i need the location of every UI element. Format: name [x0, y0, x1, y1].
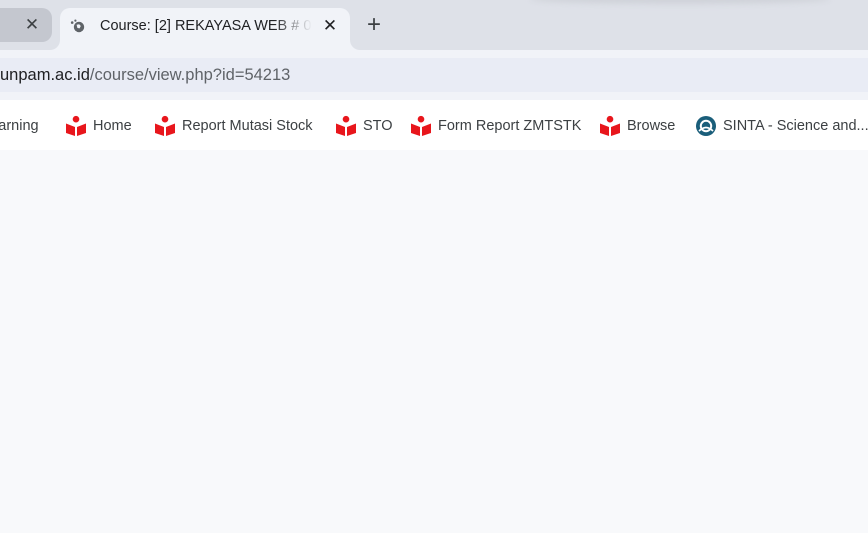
- url-path: /course/view.php?id=54213: [89, 66, 291, 84]
- unpam-logo-icon: [411, 115, 431, 136]
- bookmark-label: SINTA - Science and...: [723, 118, 868, 134]
- tab-strip: ✕ Course: [2] REKAYASA WEB # 05 ✕ +: [0, 0, 868, 50]
- close-icon[interactable]: ✕: [319, 15, 341, 37]
- tab-previous[interactable]: ✕: [0, 8, 52, 42]
- new-tab-button[interactable]: +: [362, 13, 386, 37]
- bookmark-learning[interactable]: learning: [0, 113, 39, 139]
- unpam-logo-icon: [600, 115, 620, 136]
- bookmark-home[interactable]: Home: [65, 113, 132, 139]
- bookmark-sinta[interactable]: SINTA - Science and...: [695, 113, 868, 139]
- bookmark-form-report-zmtstk[interactable]: Form Report ZMTSTK: [410, 113, 581, 139]
- unpam-logo-icon: [155, 115, 175, 136]
- address-bar[interactable]: unpam.ac.id/course/view.php?id=54213: [0, 58, 868, 92]
- bookmark-label: STO: [363, 118, 393, 134]
- bookmark-label: Form Report ZMTSTK: [438, 118, 582, 134]
- tab-title: Course: [2] REKAYASA WEB # 05: [100, 18, 312, 34]
- tab-strip-shadow: [530, 0, 830, 4]
- page-content: [0, 150, 868, 533]
- bookmark-label: learning: [0, 118, 39, 134]
- tab-active[interactable]: Course: [2] REKAYASA WEB # 05 ✕: [60, 8, 350, 50]
- sinta-logo-icon: [696, 116, 716, 136]
- bookmark-label: Browse: [627, 118, 676, 134]
- close-icon[interactable]: ✕: [22, 15, 42, 35]
- bookmark-browse[interactable]: Browse: [599, 113, 675, 139]
- browser-window: ✕ Course: [2] REKAYASA WEB # 05 ✕ + unpa…: [0, 0, 868, 533]
- toolbar: unpam.ac.id/course/view.php?id=54213: [0, 50, 868, 100]
- bookmark-label: Home: [93, 118, 132, 134]
- bookmarks-bar: learning Home Report Mutasi Stock: [0, 100, 868, 150]
- bookmark-label: Report Mutasi Stock: [182, 118, 313, 134]
- unpam-logo-icon: [66, 115, 86, 136]
- unpam-logo-icon: [336, 115, 356, 136]
- url-host: unpam.ac.id: [0, 66, 90, 84]
- bookmark-sto[interactable]: STO: [335, 113, 393, 139]
- url-text[interactable]: unpam.ac.id/course/view.php?id=54213: [0, 58, 290, 92]
- bookmark-report-mutasi-stock[interactable]: Report Mutasi Stock: [154, 113, 313, 139]
- globe-icon: [70, 19, 85, 33]
